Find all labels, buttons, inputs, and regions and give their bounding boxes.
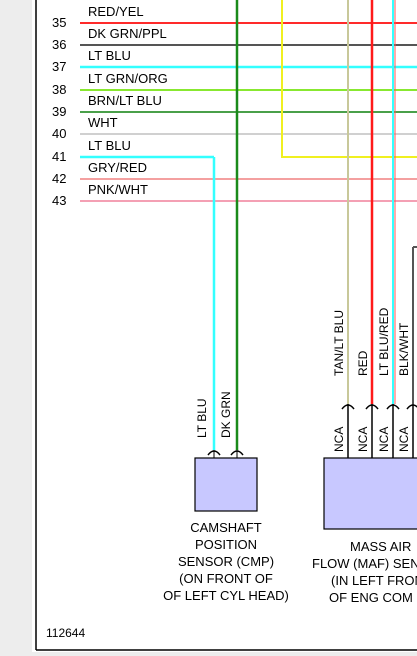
wire-label-43: PNK/WHT xyxy=(88,182,148,197)
wire-label-38: LT GRN/ORG xyxy=(88,71,168,86)
wire-label-37: LT BLU xyxy=(88,48,131,63)
maf-nca-2: NCA xyxy=(356,427,370,452)
maf-sensor-box xyxy=(323,457,417,530)
cmp-caption: CAMSHAFT POSITION SENSOR (CMP) (ON FRONT… xyxy=(156,519,296,604)
pin-35: 35 xyxy=(52,15,66,30)
figure-number: 112644 xyxy=(46,626,86,640)
maf-connector-4 xyxy=(406,404,417,410)
pin-43: 43 xyxy=(52,193,66,208)
maf-caption-line-1: MASS AIR xyxy=(350,539,412,554)
wire-label-36: DK GRN/PPL xyxy=(88,26,167,41)
maf-nca-4: NCA xyxy=(397,427,411,452)
wire-label-39: BRN/LT BLU xyxy=(88,93,162,108)
pin-38: 38 xyxy=(52,82,66,97)
maf-nca-1: NCA xyxy=(332,427,346,452)
cmp-wire-label-dk-grn: DK GRN xyxy=(219,391,233,438)
pin-37: 37 xyxy=(52,59,66,74)
maf-nca-3: NCA xyxy=(377,427,391,452)
cmp-sensor-box xyxy=(194,457,258,512)
maf-caption-line-3: (IN LEFT FRON xyxy=(331,573,417,588)
pin-41: 41 xyxy=(52,149,66,164)
wire-label-41: LT BLU xyxy=(88,138,131,153)
wire-label-35: RED/YEL xyxy=(88,4,144,19)
pin-39: 39 xyxy=(52,104,66,119)
pin-40: 40 xyxy=(52,126,66,141)
cmp-caption-line-2: POSITION xyxy=(194,537,258,552)
maf-wire-label-red: RED xyxy=(356,350,370,376)
wire-label-42: GRY/RED xyxy=(88,160,147,175)
cmp-caption-line-1: CAMSHAFT xyxy=(190,520,262,535)
cmp-wire-label-lt-blu: LT BLU xyxy=(195,398,209,438)
pin-42: 42 xyxy=(52,171,66,186)
maf-caption: MASS AIR FLOW (MAF) SEN (IN LEFT FRON OF… xyxy=(312,538,417,606)
cmp-caption-line-3: SENSOR (CMP) xyxy=(177,554,275,569)
cmp-caption-line-4: (ON FRONT OF xyxy=(179,571,273,586)
maf-wire-label-blk-wht: BLK/WHT xyxy=(397,322,411,376)
wire-label-40: WHT xyxy=(88,115,118,130)
maf-caption-line-2: FLOW (MAF) SEN xyxy=(312,556,417,571)
maf-wire-label-tan-lt-blu: TAN/LT BLU xyxy=(332,310,346,376)
maf-caption-line-4: OF ENG COM xyxy=(329,590,413,605)
cmp-caption-line-5: OF LEFT CYL HEAD) xyxy=(163,588,289,603)
maf-wire-label-lt-blu-red: LT BLU/RED xyxy=(377,307,391,376)
pin-36: 36 xyxy=(52,37,66,52)
